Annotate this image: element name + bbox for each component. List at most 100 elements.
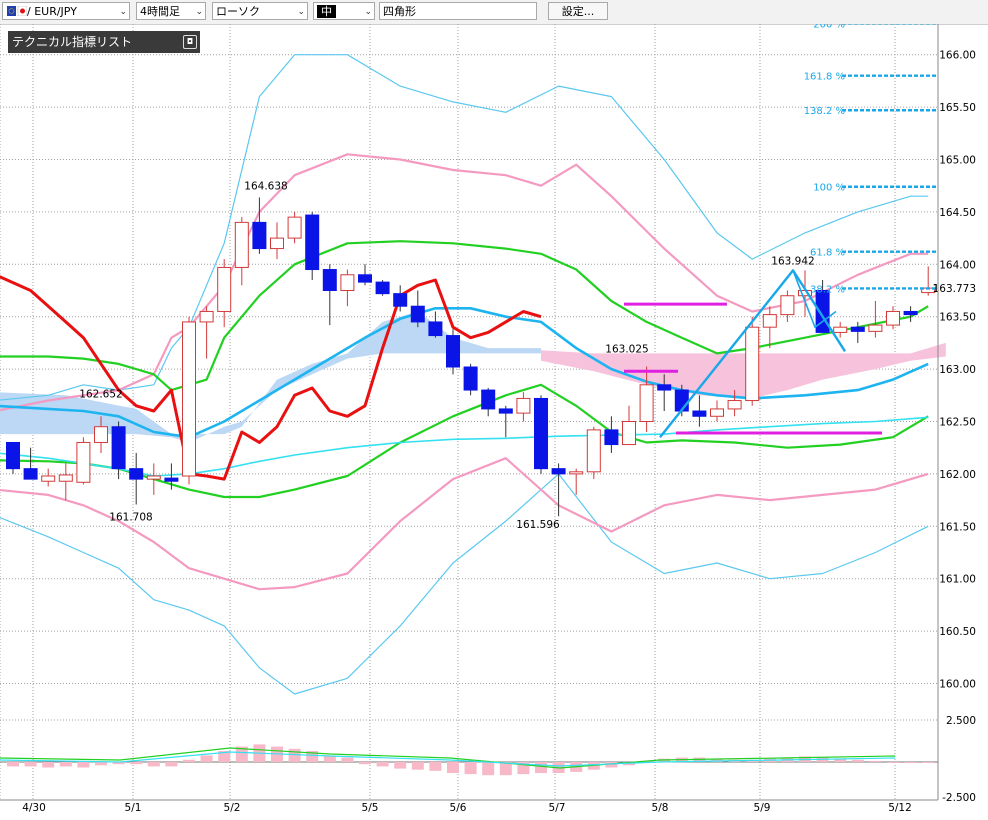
candle-body: [498, 408, 513, 414]
candle-body: [41, 475, 56, 482]
macd-histogram-bar: [130, 762, 143, 765]
macd-histogram-bar: [95, 762, 107, 766]
candle-body: [674, 389, 689, 412]
currency-flags-icon: [7, 6, 27, 16]
candle-body: [358, 274, 372, 283]
candle-body: [410, 305, 425, 323]
ichimoku-cloud-pink: [541, 342, 946, 399]
candle-body: [534, 397, 548, 470]
candle-body: [569, 471, 584, 475]
candle-body: [762, 314, 777, 328]
macd-histogram-bar: [359, 762, 371, 765]
timeframe-select[interactable]: 4時間足 ⌄: [136, 2, 206, 20]
y-axis-tick-label: 165.50: [939, 102, 976, 114]
symbol-select[interactable]: / EUR/JPY ⌄: [2, 2, 130, 20]
settings-label: 設定...: [561, 5, 595, 18]
y-axis-tick-label: 161.50: [939, 521, 976, 533]
candle-body: [6, 441, 20, 470]
x-axis-tick-label: 5/6: [450, 802, 467, 814]
candle-body: [164, 477, 179, 482]
close-icon[interactable]: ◘: [183, 35, 197, 49]
macd-histogram-bar: [887, 762, 899, 763]
macd-histogram-bar: [464, 762, 477, 775]
x-axis-tick-label: 5/9: [754, 802, 771, 814]
y-axis-tick-label: 160.50: [939, 626, 976, 638]
candle-body: [692, 410, 707, 417]
macd-histogram-bar: [869, 760, 882, 762]
fibonacci-level-label: 100 %: [813, 183, 845, 194]
macd-histogram-bar: [183, 759, 195, 762]
fibonacci-level-label: 61.8 %: [810, 248, 845, 259]
y-axis-tick-label: 163.50: [939, 312, 976, 324]
macd-histogram-bar: [42, 762, 55, 768]
candle-body: [111, 426, 126, 470]
macd-histogram-bar: [482, 762, 495, 776]
macd-tick-label: -2.500: [942, 792, 976, 804]
macd-histogram-bar: [200, 755, 213, 762]
drawing-mode-select[interactable]: 中 ⌄: [313, 2, 375, 20]
chevron-down-icon: ⌄: [195, 7, 203, 17]
x-axis-tick-label: 5/1: [125, 802, 142, 814]
fibonacci-level-label: 161.8 %: [804, 72, 845, 83]
candle-body: [780, 295, 795, 316]
settings-button[interactable]: 設定...: [548, 2, 608, 20]
macd-histogram-bar: [394, 762, 407, 769]
macd-histogram-bar: [535, 762, 547, 773]
shape-field[interactable]: 四角形: [379, 2, 537, 20]
candle-body: [199, 310, 214, 323]
candle-body: [146, 475, 161, 480]
macd-tick-label: 2.500: [946, 715, 976, 727]
chart-style-label: ローソク: [216, 5, 260, 18]
macd-histogram-bar: [24, 762, 37, 767]
candle-body: [745, 326, 760, 402]
candle-body: [428, 321, 443, 337]
candle-body: [481, 389, 496, 410]
y-axis-tick-label: 162.00: [939, 469, 976, 481]
candle-body: [903, 310, 918, 316]
y-axis-tick-label: 161.00: [939, 574, 976, 586]
candle-body: [886, 310, 900, 326]
x-axis-tick-label: 5/2: [224, 802, 241, 814]
macd-histogram-bar: [376, 762, 389, 767]
fibonacci-level-label: 138.2 %: [804, 106, 845, 117]
price-annotation: 161.708: [109, 512, 152, 524]
macd-histogram-bar: [165, 762, 178, 767]
macd-histogram-bar: [147, 762, 160, 767]
candle-body: [516, 397, 531, 414]
price-annotation: 162.652: [79, 389, 122, 401]
candle-body: [322, 269, 337, 292]
candle-body: [833, 326, 848, 333]
x-axis-tick-label: 5/7: [549, 802, 566, 814]
chevron-down-icon: ⌄: [297, 7, 305, 17]
shape-label: 四角形: [383, 5, 416, 18]
chart-style-select[interactable]: ローソク ⌄: [212, 2, 308, 20]
price-annotation: 163.025: [605, 343, 648, 355]
timeframe-label: 4時間足: [140, 5, 180, 18]
price-chart[interactable]: 200 % 161.8 % 138.2 % 100 % 61.8 % 38.2 % 162.…: [0, 24, 988, 820]
candle-body: [234, 221, 249, 268]
y-axis-tick-label: 165.00: [939, 155, 976, 167]
indicator-list-panel[interactable]: テクニカル指標リスト ◘: [8, 31, 200, 53]
candle-body: [182, 321, 196, 477]
x-axis-tick-label: 5/5: [362, 802, 379, 814]
bollinger-lower-2: [0, 473, 929, 695]
macd-histogram-bar: [904, 762, 917, 764]
x-axis-tick-label: 5/12: [888, 802, 912, 814]
candle-body: [551, 468, 566, 475]
candle-body: [657, 384, 672, 391]
macd-histogram-bar: [77, 762, 90, 768]
candle-body: [217, 266, 232, 312]
candle-body: [727, 400, 742, 410]
candle-body: [639, 384, 654, 423]
candle-body: [340, 274, 355, 291]
macd-histogram-bar: [59, 762, 72, 767]
envelope-lower: [0, 383, 929, 499]
y-axis-tick-label: 166.00: [939, 50, 976, 62]
fibonacci-level-label: 200 %: [813, 24, 845, 30]
current-price-label: 163.773: [933, 283, 976, 295]
candle-body: [710, 408, 724, 417]
candle-body: [604, 429, 619, 446]
candle-body: [58, 474, 73, 482]
fibonacci-level-label: 38.2 %: [810, 284, 845, 295]
price-annotation: 164.638: [244, 180, 287, 192]
